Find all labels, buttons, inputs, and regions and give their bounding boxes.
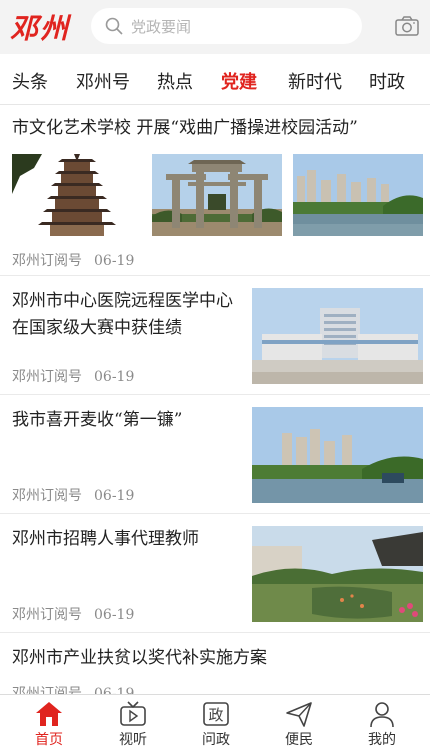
article-source: 邓州订阅号 <box>12 369 82 385</box>
user-icon <box>370 702 394 728</box>
top-header: 邓州 党政要闻 <box>0 0 430 54</box>
tabbar-label: 首页 <box>35 732 63 748</box>
tabbar-label: 视听 <box>119 732 147 748</box>
article-thumbnail <box>293 154 423 236</box>
app-logo: 邓州 <box>10 12 71 45</box>
article-meta: 邓州订阅号 06-19 <box>12 485 134 505</box>
search-placeholder: 党政要闻 <box>131 18 192 36</box>
article-item[interactable]: 我市喜开麦收“第一镰” 邓州订阅号 06-19 <box>0 395 430 514</box>
tv-icon <box>120 701 146 726</box>
article-source: 邓州订阅号 <box>12 488 82 504</box>
tabbar-home[interactable]: 首页 <box>6 695 92 751</box>
article-date: 06-19 <box>94 253 135 269</box>
article-item[interactable]: 邓州市招聘人事代理教师 邓州订阅号 06-19 <box>0 514 430 633</box>
tabbar-label: 我的 <box>368 732 396 748</box>
tabbar-bianmin[interactable]: 便民 <box>256 695 342 751</box>
tabbar-mine[interactable]: 我的 <box>339 695 425 751</box>
tab-shizheng[interactable]: 时政 <box>369 68 405 94</box>
article-title: 我市喜开麦收“第一镰” <box>12 410 183 430</box>
article-date: 06-19 <box>94 488 135 504</box>
article-meta: 邓州订阅号 06-19 <box>12 604 134 624</box>
article-title: 邓州市招聘人事代理教师 <box>12 529 199 549</box>
tab-dengzhouhao[interactable]: 邓州号 <box>76 68 130 94</box>
tab-dangjian[interactable]: 党建 <box>221 68 257 94</box>
tab-toutiao[interactable]: 头条 <box>12 68 48 94</box>
article-title: 邓州市中心医院远程医学中心 在国家级大赛中获佳绩 <box>12 291 233 338</box>
article-source: 邓州订阅号 <box>12 253 82 269</box>
category-tabs: 头条 邓州号 热点 党建 新时代 时政 <box>0 54 430 105</box>
tabbar-wenzheng[interactable]: 政 问政 <box>173 695 259 751</box>
home-icon <box>36 702 62 726</box>
article-thumbnail <box>252 407 423 503</box>
tabbar-label: 问政 <box>202 732 230 748</box>
article-item[interactable]: 邓州市中心医院远程医学中心 在国家级大赛中获佳绩 邓州订阅号 06-19 <box>0 276 430 395</box>
article-thumbnail <box>252 288 423 384</box>
bottom-tabbar: 首页 视听 政 问政 便民 我的 <box>0 694 430 751</box>
article-thumbnail <box>252 526 423 622</box>
article-item[interactable]: 邓州市产业扶贫以奖代补实施方案 邓州订阅号06-19 <box>0 633 430 703</box>
tabbar-video[interactable]: 视听 <box>90 695 176 751</box>
tab-xinshidai[interactable]: 新时代 <box>288 68 342 94</box>
article-title: 市文化艺术学校 开展“戏曲广播操进校园活动” <box>12 118 358 138</box>
camera-icon[interactable] <box>395 15 419 37</box>
article-meta: 邓州订阅号 06-19 <box>12 366 134 386</box>
article-date: 06-19 <box>94 607 135 623</box>
tabbar-label: 便民 <box>285 732 313 748</box>
article-title: 邓州市产业扶贫以奖代补实施方案 <box>12 648 267 668</box>
tab-redian[interactable]: 热点 <box>157 68 193 94</box>
send-icon <box>286 702 312 727</box>
svg-text:政: 政 <box>208 706 223 724</box>
article-date: 06-19 <box>94 369 135 385</box>
article-item[interactable]: 市文化艺术学校 开展“戏曲广播操进校园活动” 邓州订阅号 06-19 <box>0 105 430 276</box>
zheng-icon: 政 <box>203 702 229 726</box>
search-bar[interactable]: 党政要闻 <box>91 8 362 44</box>
article-thumbnail <box>12 154 142 236</box>
article-thumbnail <box>152 154 282 236</box>
article-meta: 邓州订阅号 06-19 <box>12 250 134 270</box>
article-source: 邓州订阅号 <box>12 607 82 623</box>
search-icon <box>105 17 123 35</box>
